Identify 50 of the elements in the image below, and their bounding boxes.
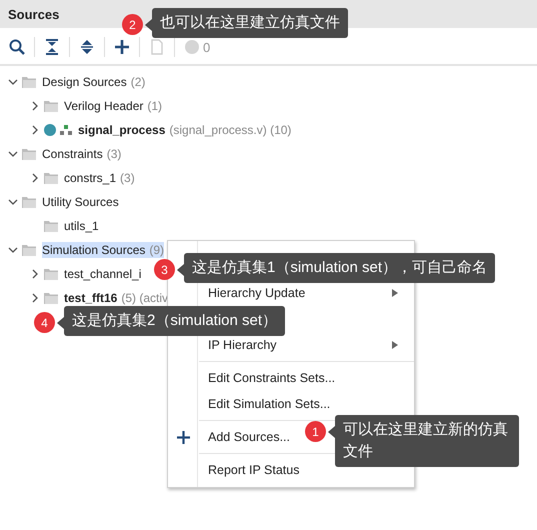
caret-down-icon[interactable] [8, 197, 18, 207]
file-icon [151, 39, 163, 55]
caret-right-icon[interactable] [30, 101, 40, 111]
caret-down-icon[interactable] [8, 149, 18, 159]
caret-down-icon[interactable] [8, 245, 18, 255]
folder-icon [44, 100, 58, 112]
hierarchy-icon [60, 125, 72, 135]
expand-all-icon [80, 39, 94, 55]
number-badge: 3 [154, 259, 175, 280]
folder-icon [44, 268, 58, 280]
tree-item[interactable]: test_fft16 (5) (activ [64, 290, 168, 306]
plus-icon [176, 430, 190, 444]
submenu-arrow-icon [392, 289, 398, 297]
menu-item[interactable]: Edit Simulation Sets... [168, 391, 414, 417]
tree-item[interactable]: Utility Sources [42, 194, 119, 210]
caret-right-icon[interactable] [30, 173, 40, 183]
tree-item[interactable]: Design Sources (2) [42, 74, 146, 90]
tree-item[interactable]: signal_process (signal_process.v) (10) [78, 122, 292, 138]
number-badge: 2 [122, 14, 143, 35]
submenu-arrow-icon [392, 341, 398, 349]
caret-right-icon[interactable] [30, 269, 40, 279]
folder-icon [44, 292, 58, 304]
tree-item[interactable]: Verilog Header (1) [64, 98, 162, 114]
folder-icon [44, 172, 58, 184]
status-dot-icon [185, 40, 199, 54]
tree-item[interactable]: utils_1 [64, 218, 99, 234]
annotation-tooltip: 可以在这里建立新的仿真文件 [335, 415, 519, 467]
annotation-tooltip: 这是仿真集2（simulation set） [64, 306, 286, 336]
folder-icon [22, 196, 36, 208]
menu-item[interactable]: Hierarchy Update [168, 280, 414, 306]
annotation-tooltip: 这是仿真集1（simulation set），可自己命名 [184, 253, 496, 283]
tree-item[interactable]: Constraints (3) [42, 146, 122, 162]
caret-right-icon[interactable] [30, 125, 40, 135]
folder-icon [22, 244, 36, 256]
tree-item[interactable]: constrs_1 (3) [64, 170, 135, 186]
caret-down-icon[interactable] [8, 77, 18, 87]
plus-icon [114, 39, 130, 55]
tree-item[interactable]: Simulation Sources (9) [42, 242, 164, 258]
folder-icon [22, 148, 36, 160]
search-icon [9, 39, 25, 55]
status-count: 0 [203, 40, 210, 54]
menu-item[interactable]: Edit Constraints Sets... [168, 365, 414, 391]
folder-icon [44, 220, 58, 232]
number-badge: 4 [34, 312, 55, 333]
collapse-all-icon [45, 39, 59, 55]
tree-item[interactable]: test_channel_i [64, 266, 142, 282]
annotation-tooltip: 也可以在这里建立仿真文件 [152, 8, 348, 38]
folder-icon [22, 76, 36, 88]
caret-right-icon[interactable] [30, 293, 40, 303]
status-dot-icon [44, 124, 56, 136]
